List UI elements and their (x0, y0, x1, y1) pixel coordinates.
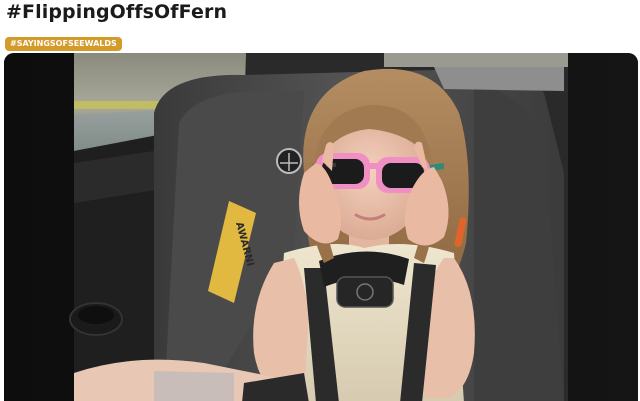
video-player[interactable]: AWARNI (4, 53, 638, 401)
video-scene: AWARNI (69, 53, 568, 401)
hashtag-tag-badge[interactable]: #SAYINGSOFSEEWALDS (5, 37, 122, 51)
hashtag-title[interactable]: #FlippingOffsOfFern (6, 1, 227, 23)
video-frame: AWARNI (4, 53, 638, 401)
post-container: #FlippingOffsOfFern #SAYINGSOFSEEWALDS A… (0, 0, 640, 401)
